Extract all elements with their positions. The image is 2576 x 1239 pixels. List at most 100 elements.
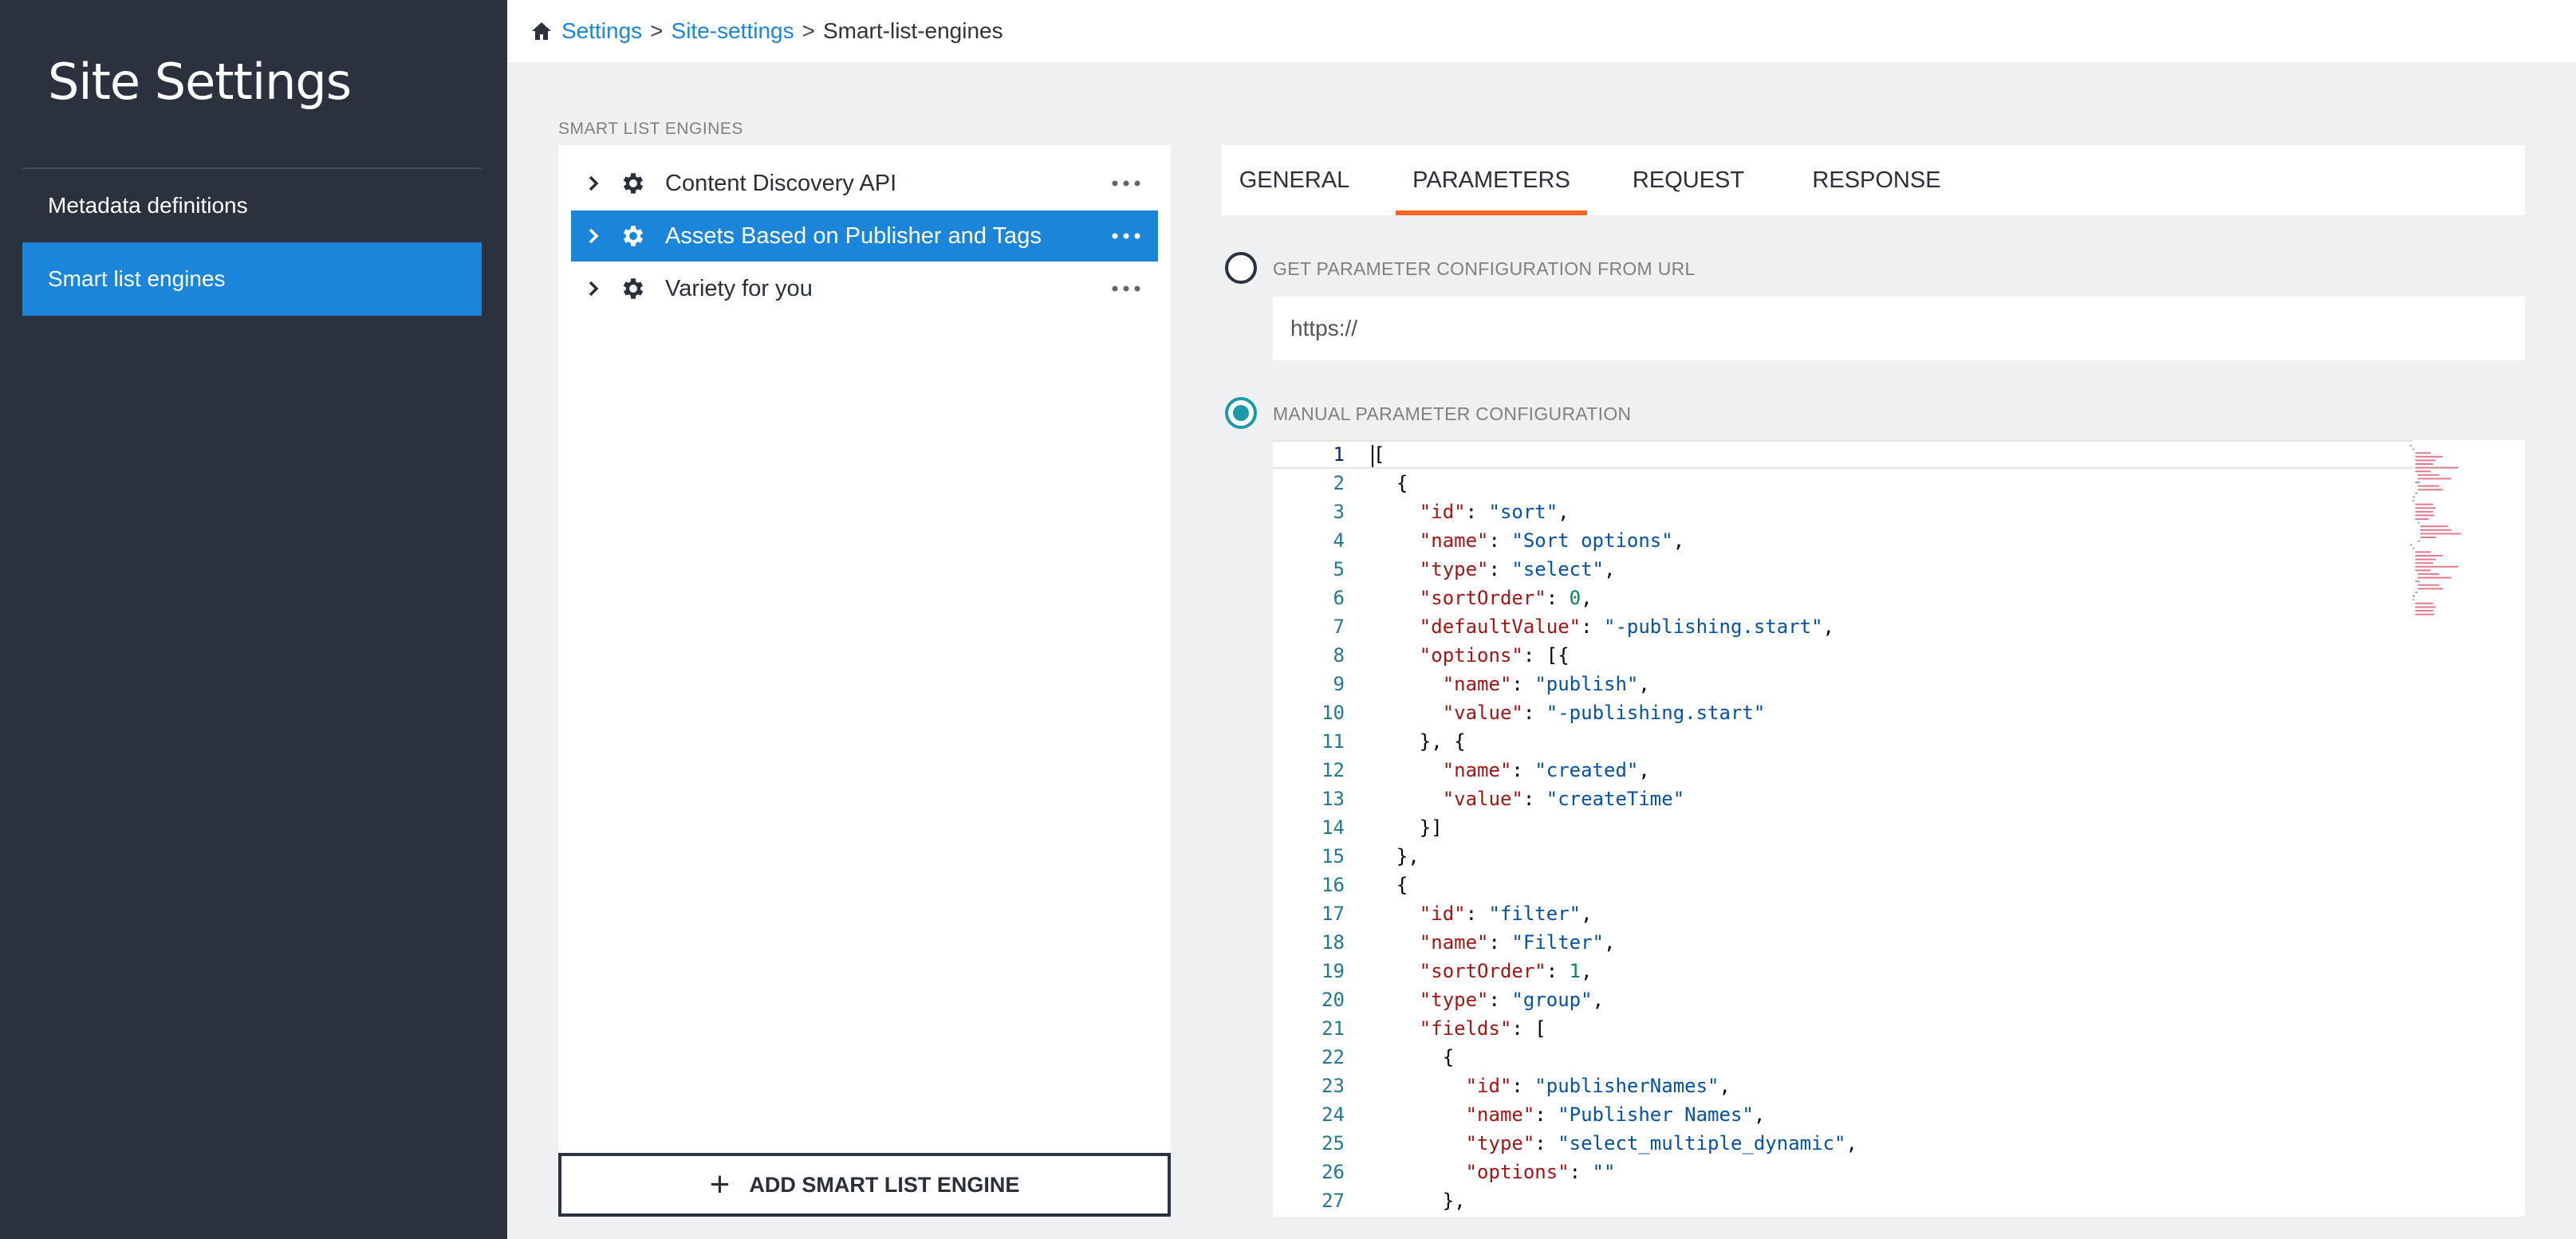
code-line[interactable]: 15 }, <box>1273 842 2413 871</box>
code-text: "name": "Filter", <box>1419 931 1616 954</box>
tab-request[interactable]: REQUEST <box>1621 145 1756 215</box>
code-line[interactable]: 2 { <box>1273 469 2413 498</box>
code-text: "name": "Publisher Names", <box>1465 1103 1766 1126</box>
chevron-right-icon[interactable] <box>582 175 605 192</box>
manual-config-radio[interactable] <box>1225 397 1257 429</box>
code-line[interactable]: 4 "name": "Sort options", <box>1273 526 2413 555</box>
minimap-line <box>2415 482 2420 483</box>
code-line[interactable]: 17 "id": "filter", <box>1273 899 2413 928</box>
line-number: 27 <box>1321 1190 1345 1212</box>
code-line[interactable]: 6 "sortOrder": 0, <box>1273 584 2413 612</box>
line-number: 1 <box>1333 443 1345 466</box>
more-options-icon[interactable] <box>1102 233 1150 239</box>
code-line[interactable]: 7 "defaultValue": "-publishing.start", <box>1273 612 2413 641</box>
code-text: [ <box>1373 443 1385 466</box>
add-smart-list-engine-button[interactable]: + ADD SMART LIST ENGINE <box>558 1153 1171 1217</box>
minimap-line <box>2417 573 2440 575</box>
tab-label: RESPONSE <box>1812 167 1941 193</box>
url-config-radio[interactable] <box>1225 252 1257 284</box>
url-input[interactable] <box>1273 297 2525 360</box>
tab-general[interactable]: GENERAL <box>1222 145 1367 215</box>
code-line[interactable]: 24 "name": "Publisher Names", <box>1273 1100 2413 1129</box>
engine-item-assets-based-on-publisher-and-tags[interactable]: Assets Based on Publisher and Tags <box>571 210 1158 262</box>
code-line[interactable]: 27 }, <box>1273 1186 2413 1215</box>
engine-item-label: Variety for you <box>665 275 813 301</box>
minimap-line <box>2415 613 2435 616</box>
line-number: 21 <box>1321 1017 1345 1040</box>
home-icon[interactable] <box>531 22 552 41</box>
tab-label: PARAMETERS <box>1412 167 1570 193</box>
chevron-right-icon[interactable] <box>582 280 605 297</box>
code-text: "fields": [ <box>1419 1017 1546 1040</box>
code-line[interactable]: 22 { <box>1273 1043 2413 1072</box>
code-text: "id": "filter", <box>1419 903 1593 925</box>
breadcrumb-settings[interactable]: Settings <box>561 18 642 44</box>
code-line[interactable]: 5 "type": "select", <box>1273 555 2413 584</box>
breadcrumb-site-settings[interactable]: Site-settings <box>672 18 794 44</box>
code-line[interactable]: 1[ <box>1273 440 2413 469</box>
code-text: { <box>1373 472 1408 494</box>
text-cursor <box>1372 445 1373 467</box>
minimap-line <box>2415 555 2443 557</box>
sidebar-item-metadata-definitions[interactable]: Metadata definitions <box>22 169 482 242</box>
code-line[interactable]: 19 "sortOrder": 1, <box>1273 957 2413 985</box>
line-number: 18 <box>1321 931 1345 954</box>
code-line[interactable]: 25 "type": "select_multiple_dynamic", <box>1273 1129 2413 1158</box>
engine-item-content-discovery-api[interactable]: Content Discovery API <box>571 158 1158 209</box>
chevron-right-icon[interactable] <box>582 227 605 245</box>
tab-label: REQUEST <box>1632 167 1745 193</box>
minimap-line <box>2415 463 2433 465</box>
tab-bar: GENERAL PARAMETERS REQUEST RESPONSE <box>1222 145 2525 215</box>
code-line[interactable]: 11 }, { <box>1273 727 2413 756</box>
minimap-line <box>2415 466 2459 469</box>
minimap-line <box>2420 537 2436 538</box>
code-text: "id": "sort", <box>1419 501 1570 523</box>
code-line[interactable]: 21 "fields": [ <box>1273 1014 2413 1043</box>
code-line[interactable]: 8 "options": [{ <box>1273 641 2413 670</box>
code-text: "defaultValue": "-publishing.start", <box>1419 616 1834 638</box>
code-line[interactable]: 9 "name": "publish", <box>1273 670 2413 698</box>
minimap-line <box>2417 485 2440 487</box>
line-number: 13 <box>1321 788 1345 810</box>
engine-item-variety-for-you[interactable]: Variety for you <box>571 263 1158 314</box>
code-line[interactable]: 14 }] <box>1273 813 2413 842</box>
code-line[interactable]: 18 "name": "Filter", <box>1273 928 2413 957</box>
sidebar-item-label: Smart list engines <box>48 266 226 291</box>
minimap-line <box>2415 518 2428 520</box>
code-line[interactable]: 12 "name": "created", <box>1273 756 2413 785</box>
editor-minimap[interactable] <box>2409 443 2488 627</box>
tab-response[interactable]: RESPONSE <box>1798 145 1956 215</box>
minimap-line <box>2415 551 2431 553</box>
line-number: 24 <box>1321 1103 1345 1126</box>
code-text: "name": "publish", <box>1442 673 1650 695</box>
breadcrumb: Settings > Site-settings > Smart-list-en… <box>507 0 2576 62</box>
minimap-line <box>2415 492 2418 494</box>
minimap-line <box>2415 455 2443 458</box>
code-line[interactable]: 16 { <box>1273 871 2413 899</box>
code-line[interactable]: 3 "id": "sort", <box>1273 498 2413 526</box>
code-line[interactable]: 26 "options": "" <box>1273 1158 2413 1186</box>
code-text: }, { <box>1373 730 1466 753</box>
gear-icon <box>617 275 649 302</box>
engine-list: Content Discovery API Assets Based on Pu… <box>558 145 1171 1217</box>
engine-item-label: Content Discovery API <box>665 170 897 196</box>
code-line[interactable]: 13 "value": "createTime" <box>1273 785 2413 813</box>
sidebar-item-smart-list-engines[interactable]: Smart list engines <box>22 242 482 316</box>
more-options-icon[interactable] <box>1102 285 1150 292</box>
code-line[interactable]: 20 "type": "group", <box>1273 985 2413 1014</box>
code-editor[interactable]: 1[2 {3 "id": "sort", 4 "name": "Sort opti… <box>1273 440 2525 1217</box>
line-number: 17 <box>1321 903 1345 925</box>
minimap-line <box>2417 478 2452 480</box>
code-text: "name": "created", <box>1442 759 1650 781</box>
line-number: 16 <box>1321 874 1345 896</box>
line-number: 14 <box>1321 816 1345 839</box>
more-options-icon[interactable] <box>1102 180 1150 187</box>
line-number: 4 <box>1333 529 1345 552</box>
line-number: 12 <box>1321 759 1345 781</box>
tab-parameters[interactable]: PARAMETERS <box>1396 145 1587 215</box>
code-line[interactable]: 23 "id": "publisherNames", <box>1273 1072 2413 1100</box>
minimap-line <box>2415 459 2436 462</box>
minimap-line <box>2415 510 2433 513</box>
code-text: { <box>1373 874 1408 896</box>
code-line[interactable]: 10 "value": "-publishing.start" <box>1273 698 2413 727</box>
